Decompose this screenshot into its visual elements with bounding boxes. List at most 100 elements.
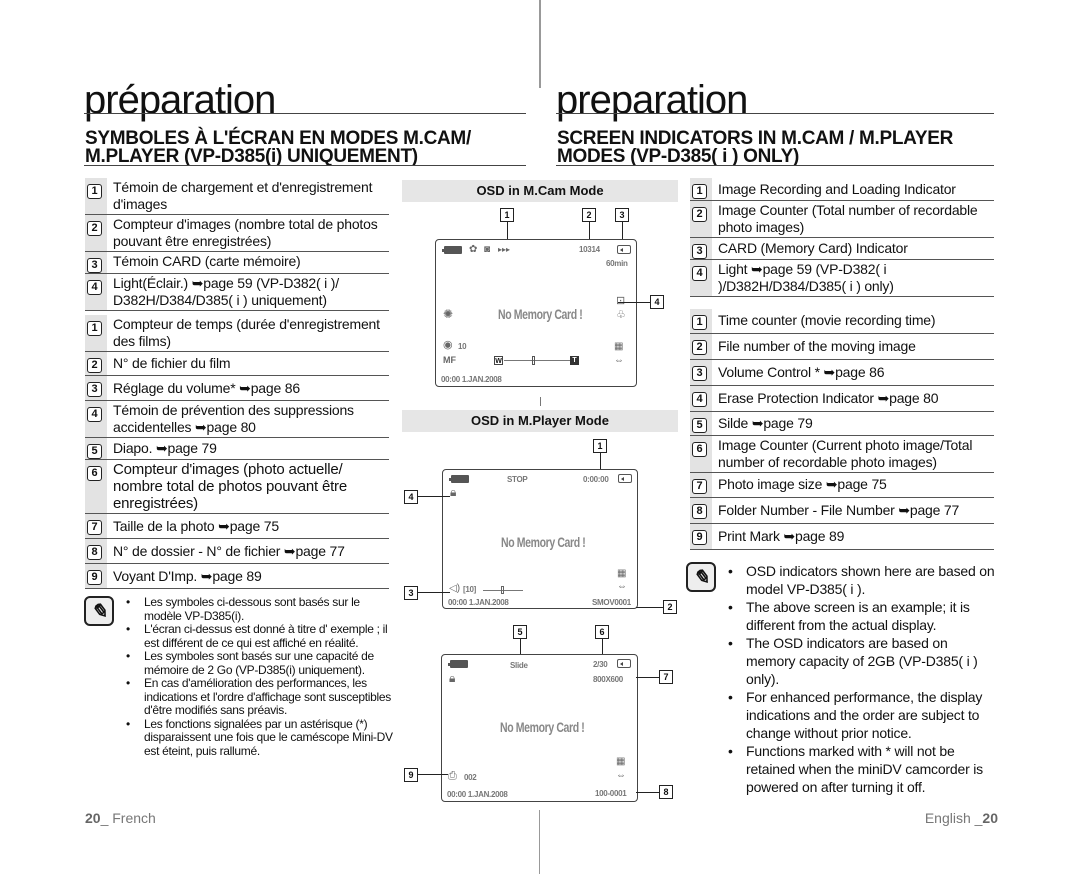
print-count: 002 (464, 773, 477, 782)
manualfocus-icon: MF (443, 355, 456, 365)
item-text: Light ➥page 59 (VP-D382( i )/D382H/D384/… (718, 261, 894, 294)
list-item: 6 Image Counter (Current photo image/Tota… (690, 436, 994, 473)
image-counter: 10314 (579, 245, 600, 254)
item-text: Taille de la photo ➥page 75 (113, 518, 279, 534)
stabilizer-icon: ✺ (443, 307, 454, 321)
item-text: CARD (Memory Card) Indicator (718, 240, 908, 256)
section-title-line2: MODES (VP-D385( i ) ONLY) (557, 146, 800, 167)
battery-icon (442, 246, 462, 254)
zoom-wide-label: W (494, 356, 503, 365)
osd-divider (540, 397, 541, 406)
list-item: 7 Taille de la photo ➥page 75 (85, 514, 389, 539)
item-text: Photo image size ➥page 75 (718, 476, 887, 492)
item-text: Silde ➥page 79 (718, 415, 813, 431)
item-text: Témoin CARD (carte mémoire) (113, 253, 301, 269)
zoom-tele-label: T (570, 356, 579, 365)
callout-line (418, 774, 448, 776)
footer-french: 20_ French (85, 810, 156, 826)
item-text: Print Mark ➥page 89 (718, 528, 845, 544)
item-text: Diapo. ➥page 79 (113, 440, 217, 456)
list-item: 4 Light ➥page 59 (VP-D382( i )/D382H/D384… (690, 260, 994, 297)
list-item: 3 Témoin CARD (carte mémoire) (85, 252, 389, 274)
datetime: 00:00 1.JAN.2008 (447, 790, 508, 799)
item-number-badge: 8 (87, 545, 102, 560)
note-item: OSD indicators shown here are based on m… (726, 562, 996, 598)
list-item: 3 Réglage du volume* ➥page 86 (85, 376, 389, 401)
usb-icon: ⇔ (614, 355, 624, 366)
item-number-badge: 3 (692, 244, 707, 259)
list-item: 9 Print Mark ➥page 89 (690, 524, 994, 550)
no-memory-card-message: No Memory Card ! (498, 306, 583, 322)
item-text: Erase Protection Indicator ➥page 80 (718, 390, 939, 406)
item-number-badge: 2 (87, 358, 102, 373)
osd-mcam-header: OSD in M.Cam Mode (402, 180, 678, 202)
image-counter: 2/30 (593, 660, 608, 669)
note-item: L'écran ci-dessus est donné à titre d' e… (124, 622, 394, 650)
arrows-icon: ▸▸▸ (498, 245, 511, 254)
note-item: For enhanced performance, the display in… (726, 688, 996, 742)
callout-line (418, 592, 450, 594)
list-item: 1 Image Recording and Loading Indicator (690, 178, 994, 201)
item-number-badge: 7 (87, 520, 102, 535)
callout-line (618, 302, 650, 304)
note-pencil-icon: ✎ (84, 596, 114, 626)
item-text: Témoin de prévention des suppressions ac… (113, 402, 354, 435)
french-notes: ✎ Les symboles ci-dessous sont basés sur… (84, 595, 394, 758)
item-number-badge: 3 (87, 258, 102, 273)
page-title-english: preparation (556, 78, 748, 122)
list-item: 3 Volume Control * ➥page 86 (690, 360, 994, 386)
page-number: 20 (982, 810, 998, 826)
time-counter: 0:00:00 (583, 475, 609, 484)
list-item: 2 File number of the moving image (690, 334, 994, 360)
no-memory-card-message: No Memory Card ! (500, 719, 585, 735)
callout-badge: 5 (513, 625, 527, 639)
callout-line (636, 607, 664, 609)
footer-language: English _ (924, 810, 983, 826)
datetime: 00:00 1.JAN.2008 (441, 375, 502, 384)
callout-line (636, 792, 660, 794)
card-icon (617, 245, 631, 254)
zoom-bar (504, 360, 570, 361)
list-item: 9 Voyant D'Imp. ➥page 89 (85, 564, 389, 589)
item-number-badge: 1 (692, 315, 707, 330)
callout-badge: 8 (659, 785, 673, 799)
folder-file-number: 100-0001 (595, 789, 627, 798)
section-title-french: SYMBOLES À L'ÉCRAN EN MODES M.CAM/ M.PLA… (85, 129, 535, 166)
grid-icon: ▦ (614, 341, 624, 352)
list-item: 6 Compteur d'images (photo actuelle/ nomb… (85, 460, 389, 514)
list-item: 2 Image Counter (Total number of recordab… (690, 201, 994, 238)
item-text: Image Counter (Total number of recordabl… (718, 202, 978, 235)
item-text: Light(Éclair.) ➥page 59 (VP-D382( i )/ D… (113, 275, 339, 308)
list-item: 3 CARD (Memory Card) Indicator (690, 238, 994, 260)
note-item: The OSD indicators are based on memory c… (726, 634, 996, 688)
list-item: 5 Diapo. ➥page 79 (85, 438, 389, 460)
section-title-english: SCREEN INDICATORS IN M.CAM / M.PLAYER MO… (557, 129, 1007, 167)
item-text: Compteur d'images (nombre total de photo… (113, 216, 378, 249)
callout-line (418, 496, 450, 498)
item-number-badge: 4 (87, 407, 102, 422)
page-title-french: préparation (84, 78, 276, 122)
item-number-badge: 1 (87, 184, 102, 199)
osd-mcam-screen: ✿ ◙ ▸▸▸ 10314 60min ⊡ ✺ No Memory Card !… (435, 239, 637, 387)
speaker-icon: ◁) (449, 583, 461, 594)
page-divider (539, 0, 541, 88)
note-item: The above screen is an example; it is di… (726, 598, 996, 634)
item-number-badge: 1 (692, 184, 707, 199)
print-mark-icon: ⎙ (448, 770, 457, 782)
osd-mplayer-photo-screen: Slide 2/30 🔒︎ 800X600 No Memory Card ! ▦… (441, 654, 638, 802)
lock-icon: 🔒︎ (449, 671, 456, 685)
english-notes: ✎ OSD indicators shown here are based on… (686, 562, 996, 796)
item-number-badge: 2 (87, 221, 102, 236)
item-text: Réglage du volume* ➥page 86 (113, 380, 300, 396)
zoom-bar-thumb (532, 356, 535, 365)
section-rule (556, 165, 994, 166)
item-number-badge: 4 (692, 392, 707, 407)
item-number-badge: 9 (87, 570, 102, 585)
grid-icon: ▦ (617, 568, 627, 579)
note-item: Les symboles ci-dessous sont basés sur l… (124, 595, 394, 623)
playback-status: STOP (507, 475, 528, 484)
page-divider (539, 810, 540, 874)
datetime: 00:00 1.JAN.2008 (448, 598, 509, 607)
callout-badge: 4 (404, 490, 418, 504)
usb-icon: ⇔ (617, 581, 627, 592)
